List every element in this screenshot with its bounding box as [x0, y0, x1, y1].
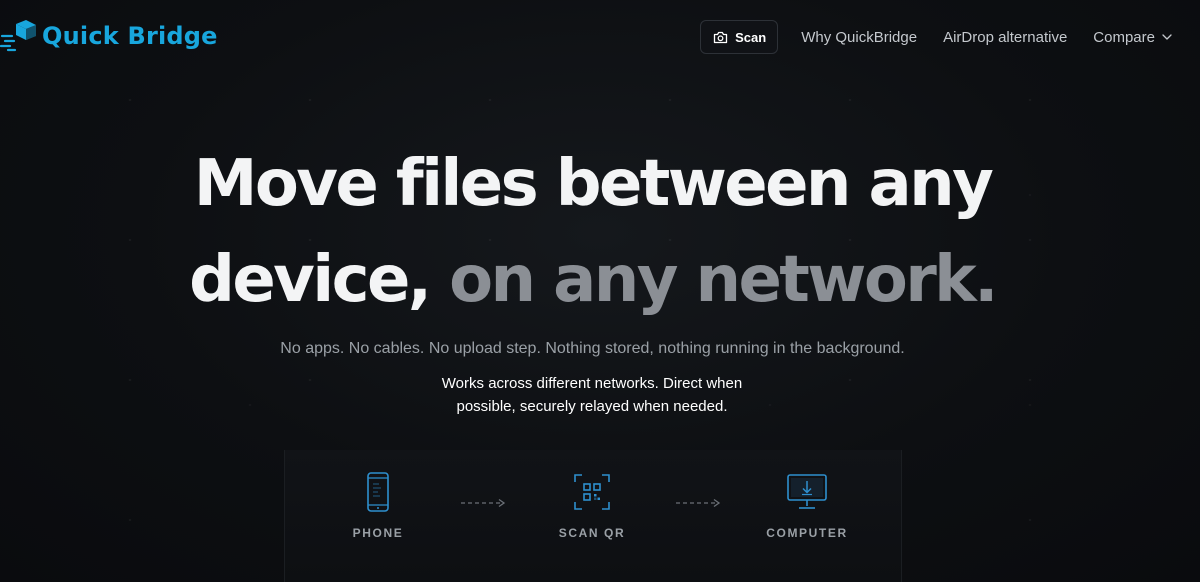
step-phone: PHONE [318, 472, 438, 540]
step-label-scan-qr: SCAN QR [558, 526, 626, 540]
scan-button[interactable]: Scan [700, 20, 779, 54]
scan-button-label: Scan [735, 29, 767, 45]
hero-title-line2-bright: device, [189, 243, 432, 317]
phone-icon [367, 472, 389, 512]
step-computer: COMPUTER [747, 472, 867, 540]
hero-note-line1: Works across different networks. Direct … [441, 375, 743, 392]
hero-title-line2-muted: on any network. [449, 243, 998, 317]
brand-logo[interactable]: Quick Bridge [0, 18, 218, 54]
step-label-phone: PHONE [352, 526, 404, 540]
camera-icon [713, 31, 728, 43]
nav-link-airdrop-alternative[interactable]: AirDrop alternative [943, 29, 1067, 46]
hero-subtitle: No apps. No cables. No upload step. Noth… [280, 340, 905, 357]
nav-link-compare-label: Compare [1093, 28, 1155, 46]
brand-name: Quick Bridge [42, 22, 218, 50]
nav-link-compare[interactable]: Compare [1093, 29, 1172, 46]
hero-note: Works across different networks. Direct … [392, 372, 792, 418]
how-it-works-steps: PHONE SCAN QR COMPUTER [284, 450, 902, 582]
dashed-arrow-right-icon [676, 498, 721, 508]
nav-link-why-quickbridge[interactable]: Why QuickBridge [801, 29, 917, 46]
monitor-download-icon [787, 474, 827, 509]
qr-scan-icon [574, 474, 610, 510]
chevron-down-icon [1162, 34, 1172, 40]
bridge-logo-icon [0, 20, 36, 52]
hero-note-line2: possible, securely relayed when needed. [456, 398, 728, 415]
step-scan-qr: SCAN QR [532, 472, 652, 540]
step-label-computer: COMPUTER [766, 526, 848, 540]
top-nav: Scan Why QuickBridge AirDrop alternative… [700, 20, 1172, 54]
site-header: Quick Bridge Scan Why QuickBridge AirDro… [0, 0, 1200, 74]
dashed-arrow-right-icon [461, 498, 506, 508]
hero-title-line1: Move files between any [193, 147, 994, 221]
hero-title: Move files between any device, on any ne… [0, 136, 1185, 328]
page: Quick Bridge Scan Why QuickBridge AirDro… [0, 0, 1200, 582]
